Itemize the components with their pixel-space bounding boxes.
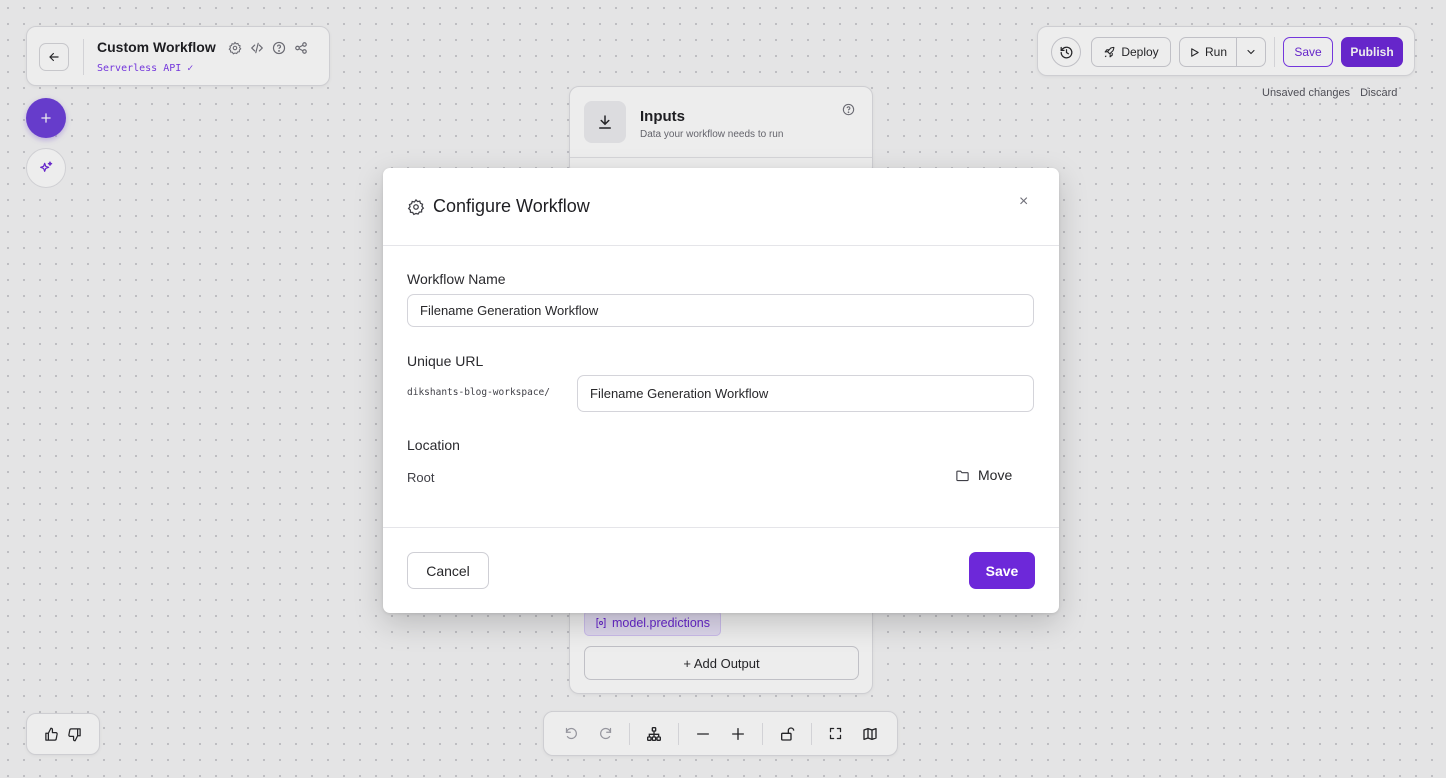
modal-header-divider [383,245,1059,246]
gear-icon [407,198,425,216]
url-prefix: dikshants-blog-workspace/ [407,387,550,398]
unique-url-label: Unique URL [407,353,484,369]
unique-url-input[interactable] [577,375,1034,412]
location-value: Root [407,470,435,485]
location-label: Location [407,437,460,453]
folder-icon [955,468,970,483]
save-button[interactable]: Save [969,552,1035,589]
move-label: Move [978,467,1013,483]
modal-title: Configure Workflow [433,196,590,216]
close-icon[interactable]: × [1019,193,1028,211]
modal-footer-divider [383,527,1059,528]
configure-workflow-modal: Configure Workflow × Workflow Name Uniqu… [383,168,1059,613]
workflow-name-input[interactable] [407,294,1034,327]
cancel-button[interactable]: Cancel [407,552,489,589]
move-button[interactable]: Move [955,467,1012,483]
workflow-name-label: Workflow Name [407,271,506,287]
modal-title-row: Configure Workflow [407,196,590,217]
